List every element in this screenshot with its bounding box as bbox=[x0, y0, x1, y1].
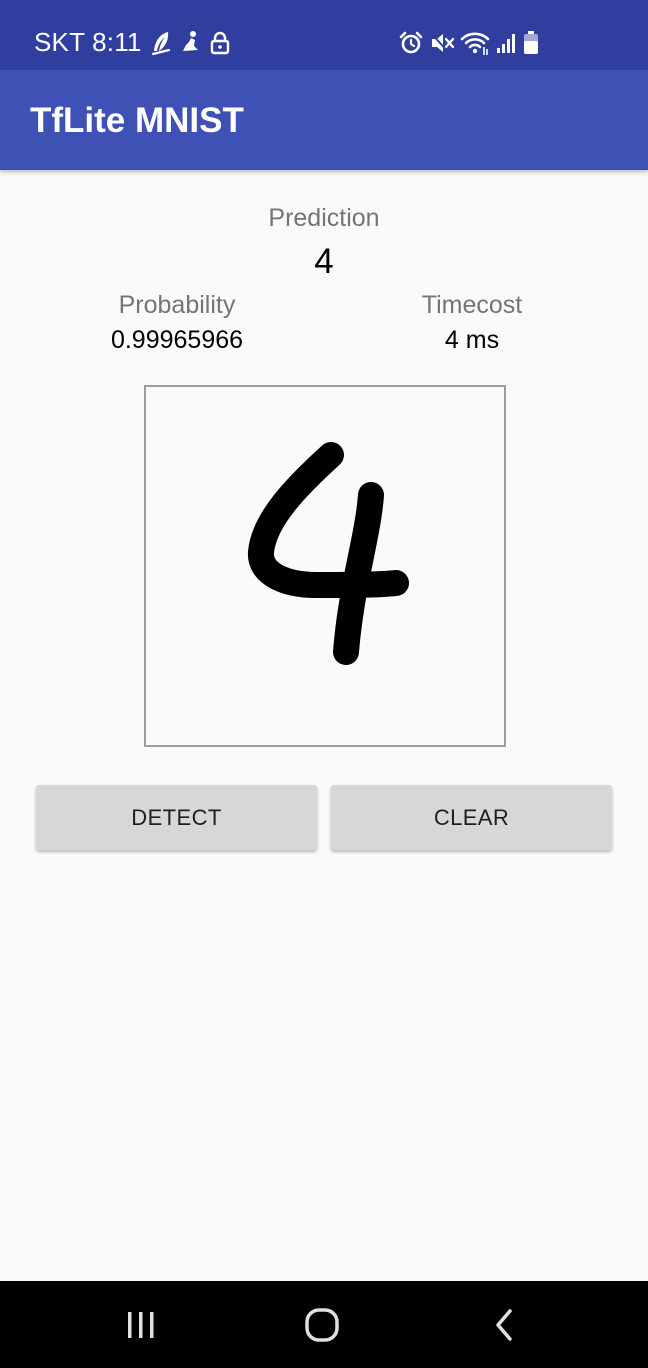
status-bar: SKT 8:11 bbox=[0, 0, 648, 70]
timecost-block: Timecost 4 ms bbox=[327, 289, 617, 356]
lock-icon bbox=[210, 31, 230, 55]
probability-value: 0.99965966 bbox=[110, 326, 244, 354]
signal-icon bbox=[495, 30, 517, 56]
prediction-value: 4 bbox=[314, 242, 334, 281]
status-right-icons bbox=[398, 28, 540, 58]
person-walk-icon bbox=[180, 30, 202, 56]
navigation-bar bbox=[0, 1281, 648, 1368]
clear-button[interactable]: CLEAR bbox=[331, 785, 612, 850]
feather-icon bbox=[150, 30, 172, 56]
timecost-value: 4 ms bbox=[444, 326, 500, 354]
recents-icon[interactable] bbox=[119, 1303, 163, 1347]
back-icon[interactable] bbox=[482, 1303, 526, 1347]
mute-icon bbox=[429, 30, 455, 56]
battery-icon bbox=[522, 30, 540, 56]
status-carrier-time: SKT 8:11 bbox=[34, 27, 142, 57]
wifi-icon bbox=[460, 30, 490, 56]
app-title: TfLite MNIST bbox=[30, 101, 244, 140]
home-icon[interactable] bbox=[300, 1303, 344, 1347]
prediction-label: Prediction bbox=[268, 204, 380, 232]
handwritten-digit-drawing bbox=[248, 442, 409, 665]
detect-button[interactable]: DETECT bbox=[36, 785, 317, 850]
status-left-icons bbox=[150, 28, 230, 58]
probability-block: Probability 0.99965966 bbox=[32, 289, 322, 356]
alarm-icon bbox=[398, 30, 424, 56]
drawing-canvas[interactable] bbox=[144, 385, 506, 747]
probability-label: Probability bbox=[118, 291, 236, 319]
timecost-label: Timecost bbox=[421, 291, 523, 319]
